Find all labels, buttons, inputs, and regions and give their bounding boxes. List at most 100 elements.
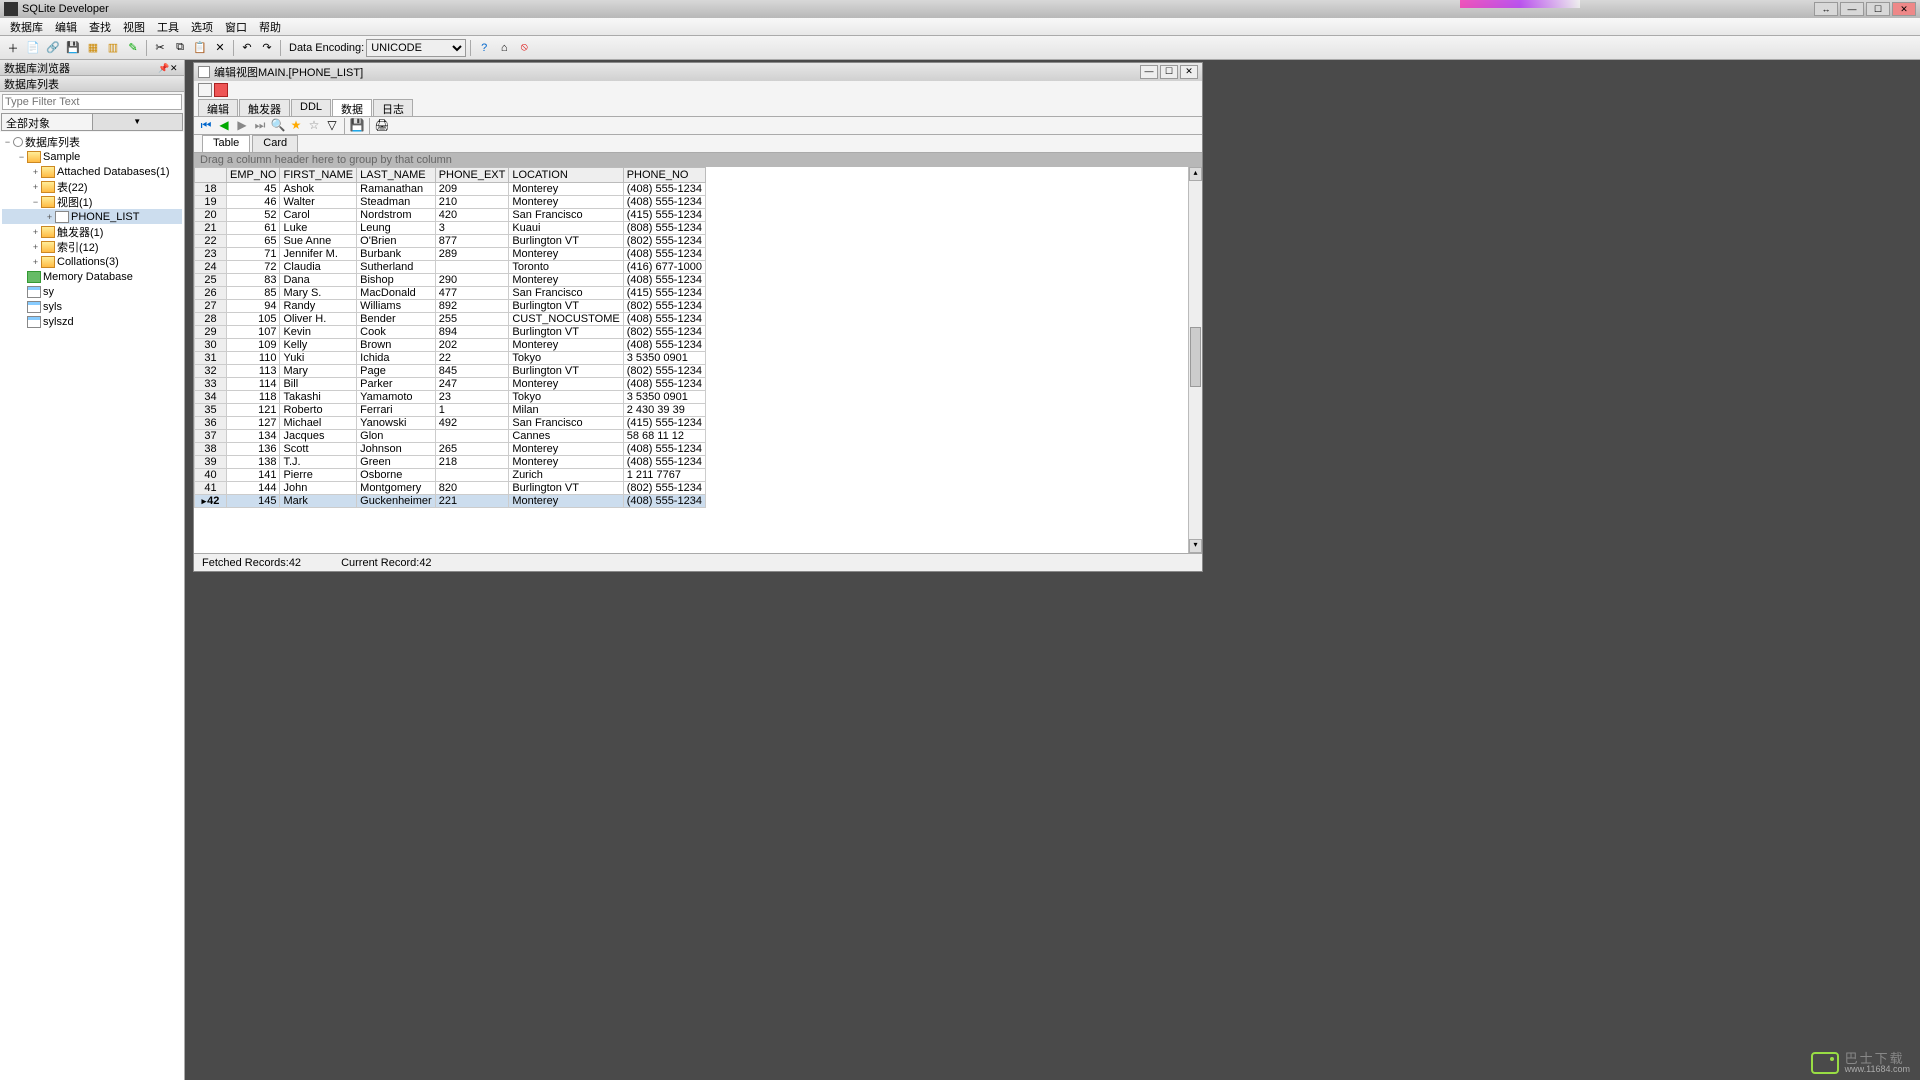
cell[interactable]: 892 bbox=[435, 300, 509, 313]
cell[interactable]: 144 bbox=[227, 482, 280, 495]
cell[interactable]: Kuaui bbox=[509, 222, 623, 235]
delete-icon[interactable]: ✕ bbox=[211, 39, 229, 57]
cell[interactable]: Takashi bbox=[280, 391, 357, 404]
mdi-red-icon[interactable] bbox=[214, 83, 228, 97]
close-button[interactable]: ✕ bbox=[1892, 2, 1916, 16]
resize-arrows-button[interactable]: ↔ bbox=[1814, 2, 1838, 16]
table-row[interactable]: 2371Jennifer M.Burbank289Monterey(408) 5… bbox=[195, 248, 706, 261]
filter-input[interactable] bbox=[2, 94, 182, 110]
tree-tables[interactable]: +表(22) bbox=[2, 179, 182, 194]
menu-tools[interactable]: 工具 bbox=[151, 18, 185, 36]
menu-edit[interactable]: 编辑 bbox=[49, 18, 83, 36]
cell[interactable]: 3 5350 0901 bbox=[623, 352, 705, 365]
mdi-tab-0[interactable]: 编辑 bbox=[198, 99, 238, 116]
row-number[interactable]: 28 bbox=[195, 313, 227, 326]
table-row[interactable]: 39138T.J.Green218Monterey(408) 555-1234 bbox=[195, 456, 706, 469]
cell[interactable]: (408) 555-1234 bbox=[623, 378, 705, 391]
object-type-combo[interactable]: 全部对象 ▼ bbox=[1, 113, 183, 131]
cell[interactable] bbox=[435, 261, 509, 274]
menu-find[interactable]: 查找 bbox=[83, 18, 117, 36]
cut-icon[interactable]: ✂ bbox=[151, 39, 169, 57]
table-row[interactable]: 37134JacquesGlonCannes58 68 11 12 bbox=[195, 430, 706, 443]
cell[interactable]: Burbank bbox=[357, 248, 436, 261]
cell[interactable]: 3 5350 0901 bbox=[623, 391, 705, 404]
cell[interactable]: (415) 555-1234 bbox=[623, 417, 705, 430]
cell[interactable]: Monterey bbox=[509, 456, 623, 469]
cell[interactable]: 221 bbox=[435, 495, 509, 508]
cell[interactable]: 265 bbox=[435, 443, 509, 456]
cell[interactable]: 71 bbox=[227, 248, 280, 261]
cell[interactable]: Monterey bbox=[509, 443, 623, 456]
scroll-up-icon[interactable]: ▴ bbox=[1189, 167, 1202, 181]
cell[interactable]: San Francisco bbox=[509, 417, 623, 430]
cell[interactable]: Sutherland bbox=[357, 261, 436, 274]
menu-options[interactable]: 选项 bbox=[185, 18, 219, 36]
cell[interactable]: Mary S. bbox=[280, 287, 357, 300]
table-row[interactable]: 42145MarkGuckenheimer221Monterey(408) 55… bbox=[195, 495, 706, 508]
table-row[interactable]: 32113MaryPage845Burlington VT(802) 555-1… bbox=[195, 365, 706, 378]
cell[interactable]: 820 bbox=[435, 482, 509, 495]
cell[interactable]: Burlington VT bbox=[509, 326, 623, 339]
col-header[interactable]: FIRST_NAME bbox=[280, 168, 357, 183]
cell[interactable]: 247 bbox=[435, 378, 509, 391]
cell[interactable]: 255 bbox=[435, 313, 509, 326]
col-header[interactable]: PHONE_NO bbox=[623, 168, 705, 183]
cell[interactable]: (416) 677-1000 bbox=[623, 261, 705, 274]
cell[interactable]: 209 bbox=[435, 183, 509, 196]
cell[interactable]: Kelly bbox=[280, 339, 357, 352]
cell[interactable]: 894 bbox=[435, 326, 509, 339]
cell[interactable]: 105 bbox=[227, 313, 280, 326]
mdi-maximize-button[interactable]: ☐ bbox=[1160, 65, 1178, 79]
cell[interactable]: Monterey bbox=[509, 274, 623, 287]
table-row[interactable]: 29107KevinCook894Burlington VT(802) 555-… bbox=[195, 326, 706, 339]
cell[interactable]: Glon bbox=[357, 430, 436, 443]
subtab-card[interactable]: Card bbox=[252, 135, 298, 152]
cell[interactable]: T.J. bbox=[280, 456, 357, 469]
edit-icon[interactable]: ✎ bbox=[124, 39, 142, 57]
cell[interactable]: 1 211 7767 bbox=[623, 469, 705, 482]
cell[interactable]: 58 68 11 12 bbox=[623, 430, 705, 443]
cell[interactable]: Claudia bbox=[280, 261, 357, 274]
cell[interactable]: Monterey bbox=[509, 183, 623, 196]
cell[interactable]: (415) 555-1234 bbox=[623, 287, 705, 300]
vertical-scrollbar[interactable]: ▴ ▾ bbox=[1188, 167, 1202, 553]
table-row[interactable]: 2472ClaudiaSutherlandToronto(416) 677-10… bbox=[195, 261, 706, 274]
mdi-tab-1[interactable]: 触发器 bbox=[239, 99, 290, 116]
cell[interactable]: (802) 555-1234 bbox=[623, 235, 705, 248]
cell[interactable]: Steadman bbox=[357, 196, 436, 209]
row-number[interactable]: 32 bbox=[195, 365, 227, 378]
tree-root[interactable]: −数据库列表 bbox=[2, 134, 182, 149]
cell[interactable]: Montgomery bbox=[357, 482, 436, 495]
row-number[interactable]: 41 bbox=[195, 482, 227, 495]
row-number[interactable]: 29 bbox=[195, 326, 227, 339]
cell[interactable]: Monterey bbox=[509, 495, 623, 508]
cell[interactable]: Ramanathan bbox=[357, 183, 436, 196]
cell[interactable]: (408) 555-1234 bbox=[623, 196, 705, 209]
row-number[interactable]: 21 bbox=[195, 222, 227, 235]
cell[interactable]: MacDonald bbox=[357, 287, 436, 300]
cell[interactable]: 141 bbox=[227, 469, 280, 482]
cell[interactable]: 877 bbox=[435, 235, 509, 248]
cell[interactable] bbox=[435, 430, 509, 443]
cell[interactable]: 138 bbox=[227, 456, 280, 469]
cell[interactable]: 127 bbox=[227, 417, 280, 430]
table-row[interactable]: 40141PierreOsborneZurich1 211 7767 bbox=[195, 469, 706, 482]
cell[interactable]: Tokyo bbox=[509, 352, 623, 365]
cell[interactable]: Scott bbox=[280, 443, 357, 456]
cell[interactable]: Mary bbox=[280, 365, 357, 378]
row-number[interactable]: 24 bbox=[195, 261, 227, 274]
cell[interactable]: Bill bbox=[280, 378, 357, 391]
cell[interactable]: Pierre bbox=[280, 469, 357, 482]
pin-icon[interactable]: 📌 bbox=[158, 63, 168, 73]
cell[interactable]: (415) 555-1234 bbox=[623, 209, 705, 222]
table-row[interactable]: 35121RobertoFerrari1Milan2 430 39 39 bbox=[195, 404, 706, 417]
cell[interactable]: 118 bbox=[227, 391, 280, 404]
cell[interactable]: Sue Anne bbox=[280, 235, 357, 248]
row-number[interactable]: 40 bbox=[195, 469, 227, 482]
cell[interactable]: (408) 555-1234 bbox=[623, 456, 705, 469]
cell[interactable]: San Francisco bbox=[509, 287, 623, 300]
table-row[interactable]: 28105Oliver H.Bender255CUST_NOCUSTOME(40… bbox=[195, 313, 706, 326]
cell[interactable]: Bishop bbox=[357, 274, 436, 287]
undo-icon[interactable]: ↶ bbox=[238, 39, 256, 57]
cell[interactable]: 121 bbox=[227, 404, 280, 417]
